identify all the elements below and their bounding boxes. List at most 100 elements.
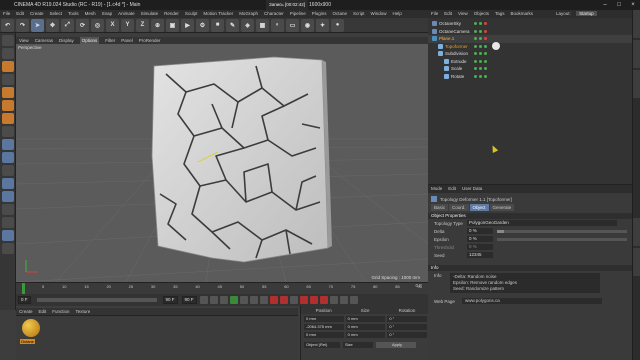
menu-item-render[interactable]: Render xyxy=(164,10,179,18)
rot-b-field[interactable]: 0 ° xyxy=(387,332,427,338)
webpage-link[interactable]: www.polygons.ca xyxy=(462,298,602,304)
redo-icon[interactable]: ↷ xyxy=(16,18,29,32)
timeline-ruler[interactable]: 051015202530354045505560657075808590 0 F xyxy=(16,282,428,294)
scale-icon[interactable]: ⤢ xyxy=(61,18,74,32)
attribute-menu-user-data[interactable]: User Data xyxy=(462,185,482,193)
scale-key-icon[interactable] xyxy=(309,296,318,304)
octane-icon[interactable]: ● xyxy=(331,18,344,32)
menu-item-snap[interactable]: Snap xyxy=(102,10,113,18)
delta-slider[interactable] xyxy=(497,229,627,233)
object-visibility-toggles[interactable] xyxy=(473,37,488,41)
rot-p-field[interactable]: 0 ° xyxy=(387,324,427,330)
floor-icon[interactable]: ▭ xyxy=(286,18,299,32)
object-menu-edit[interactable]: Edit xyxy=(444,10,452,18)
workplane-icon[interactable] xyxy=(2,74,14,85)
param-key-icon[interactable] xyxy=(329,296,338,304)
tab-object[interactable]: Object xyxy=(469,204,489,211)
layers-tab[interactable] xyxy=(633,248,640,276)
close-button[interactable]: × xyxy=(626,0,640,10)
rotate-icon[interactable]: ⟳ xyxy=(76,18,89,32)
object-row[interactable]: OctaneSky xyxy=(428,20,640,28)
material-menu-texture[interactable]: Texture xyxy=(76,308,91,316)
seed-field[interactable]: 12345 xyxy=(467,252,493,258)
magnet-icon[interactable] xyxy=(2,204,14,215)
planar-workplane-icon[interactable] xyxy=(2,191,14,202)
edges-mode-icon[interactable] xyxy=(2,100,14,111)
autokey-icon[interactable] xyxy=(279,296,288,304)
texture-mode-icon[interactable] xyxy=(2,61,14,72)
quantize-icon[interactable] xyxy=(2,243,14,254)
play-icon[interactable] xyxy=(229,296,238,304)
points-mode-icon[interactable] xyxy=(2,87,14,98)
menu-item-sculpt[interactable]: Sculpt xyxy=(185,10,198,18)
menu-item-octane[interactable]: Octane xyxy=(333,10,348,18)
keyframe-selection-icon[interactable] xyxy=(289,296,298,304)
menu-item-simulate[interactable]: Simulate xyxy=(141,10,159,18)
object-row[interactable]: Plane.1 xyxy=(428,35,640,43)
camera-icon[interactable]: ◉ xyxy=(301,18,314,32)
tab-generate[interactable]: Generate xyxy=(489,204,515,211)
object-visibility-toggles[interactable] xyxy=(473,74,488,78)
object-menu-file[interactable]: File xyxy=(431,10,438,18)
menu-item-character[interactable]: Character xyxy=(264,10,284,18)
end-frame-field-2[interactable]: 90 F xyxy=(181,296,197,304)
material-menu-create[interactable]: Create xyxy=(19,308,33,316)
symmetry-icon[interactable] xyxy=(2,230,14,241)
render-settings-icon[interactable]: ⚙ xyxy=(196,18,209,32)
select-arrow-icon[interactable]: ➤ xyxy=(31,18,44,32)
tweak-icon[interactable] xyxy=(2,139,14,150)
go-start-icon[interactable] xyxy=(199,296,208,304)
object-visibility-toggles[interactable] xyxy=(473,29,488,33)
lock-workplane-icon[interactable] xyxy=(2,178,14,189)
objects-panel-tab[interactable] xyxy=(633,10,640,38)
start-frame-field[interactable]: 0 F xyxy=(18,296,31,304)
size-mode-select[interactable]: Size xyxy=(343,342,373,348)
object-row[interactable]: Rotate xyxy=(428,73,640,81)
size-z-field[interactable]: 0 mm xyxy=(345,332,386,338)
attribute-menu-edit[interactable]: Edit xyxy=(448,185,456,193)
polygons-mode-icon[interactable] xyxy=(2,113,14,124)
menu-item-motion-tracker[interactable]: Motion Tracker xyxy=(203,10,233,18)
deformer-icon[interactable]: ◐ xyxy=(271,18,284,32)
viewport-menu-view[interactable]: View xyxy=(19,37,29,44)
prev-frame-icon[interactable] xyxy=(219,296,228,304)
menu-item-edit[interactable]: Edit xyxy=(16,10,24,18)
menu-item-select[interactable]: Select xyxy=(50,10,63,18)
threshold-field[interactable]: 0 % xyxy=(467,244,493,250)
topology-type-select[interactable]: PolygonGeoGarden xyxy=(467,220,617,226)
viewport-menu-cameras[interactable]: Cameras xyxy=(35,37,53,44)
structure-tab[interactable] xyxy=(633,70,640,98)
coord-mode-select[interactable]: Object (Rel) xyxy=(304,342,340,348)
object-visibility-toggles[interactable] xyxy=(473,59,488,63)
menu-item-create[interactable]: Create xyxy=(30,10,44,18)
cube-icon[interactable]: ■ xyxy=(211,18,224,32)
next-frame-icon[interactable] xyxy=(239,296,248,304)
pos-x-field[interactable]: 0 mm xyxy=(304,316,344,322)
attribute-menu-mode[interactable]: Mode xyxy=(431,185,442,193)
object-visibility-toggles[interactable] xyxy=(473,67,488,71)
undo-icon[interactable]: ↶ xyxy=(1,18,14,32)
playhead[interactable] xyxy=(22,283,25,294)
axis-z-button[interactable]: Z xyxy=(136,18,149,32)
viewport-menu-panel[interactable]: Panel xyxy=(121,37,133,44)
model-mode-icon[interactable] xyxy=(2,48,14,59)
tab-coord[interactable]: Coord. xyxy=(449,204,469,211)
rotation-key-icon[interactable] xyxy=(319,296,328,304)
rot-h-field[interactable]: 0 ° xyxy=(387,316,427,322)
layout-select[interactable]: Startup xyxy=(576,11,597,16)
viewport-menu-display[interactable]: Display xyxy=(59,37,74,44)
snap-icon[interactable] xyxy=(2,152,14,163)
pos-y-field[interactable]: -2064.375 mm xyxy=(304,324,344,330)
object-menu-bookmarks[interactable]: Bookmarks xyxy=(511,10,534,18)
move-icon[interactable]: ✥ xyxy=(46,18,59,32)
record-icon[interactable] xyxy=(269,296,278,304)
next-key-icon[interactable] xyxy=(249,296,258,304)
menu-item-mograph[interactable]: MoGraph xyxy=(239,10,258,18)
material-name[interactable]: Octane xyxy=(20,339,35,344)
end-frame-field[interactable]: 90 F xyxy=(162,296,178,304)
position-key-icon[interactable] xyxy=(299,296,308,304)
content-browser-tab[interactable] xyxy=(633,40,640,68)
light-icon[interactable]: ✦ xyxy=(316,18,329,32)
object-row[interactable]: Scale xyxy=(428,65,640,73)
object-row[interactable]: Subdivision xyxy=(428,50,640,58)
